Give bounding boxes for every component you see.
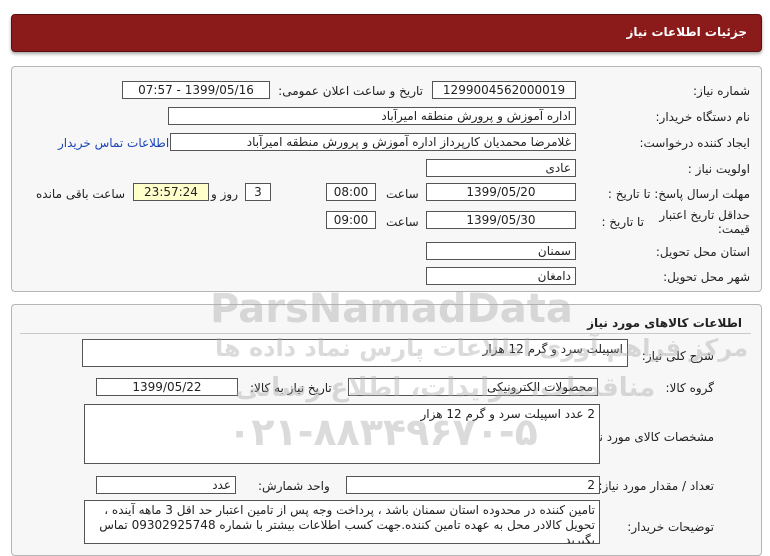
need-number-label: شماره نیاز:	[693, 84, 750, 98]
city-label: شهر محل تحویل:	[663, 270, 750, 284]
deadline-label: مهلت ارسال پاسخ: تا تاریخ :	[607, 187, 750, 201]
deadline-date-field: 1399/05/20	[426, 183, 576, 201]
goods-section-title: اطلاعات کالاهای مورد نیاز	[587, 316, 742, 330]
announce-field: 1399/05/16 - 07:57	[122, 81, 270, 99]
unit-field: عدد	[96, 476, 236, 494]
days-remaining-field: 3	[245, 183, 271, 201]
buyer-org-field: اداره آموزش و پرورش منطقه امیرآباد	[168, 107, 576, 125]
validity-label-line2: قیمت:	[717, 222, 750, 236]
notes-label: توضیحات خریدار:	[627, 520, 714, 534]
province-field: سمنان	[426, 242, 576, 260]
time-remaining-field: 23:57:24	[133, 183, 209, 201]
qty-label: تعداد / مقدار مورد نیاز:	[598, 479, 714, 493]
spec-field: 2 عدد اسپیلت سرد و گرم 12 هزار	[84, 404, 600, 464]
deadline-time-label: ساعت	[386, 187, 419, 201]
unit-label: واحد شمارش:	[258, 479, 330, 493]
province-label: استان محل تحویل:	[655, 245, 750, 259]
creator-label: ایجاد کننده درخواست:	[639, 136, 750, 150]
summary-label: شرح کلی نیاز:	[641, 349, 714, 363]
priority-field: عادی	[426, 159, 576, 177]
validity-time-label: ساعت	[386, 215, 419, 229]
buyer-org-label: نام دستگاه خریدار:	[655, 110, 751, 124]
validity-label-line1: حداقل تاریخ اعتبار	[659, 208, 750, 222]
city-field: دامغان	[426, 267, 576, 285]
group-label: گروه کالا:	[665, 381, 715, 395]
deadline-time-field: 08:00	[326, 183, 376, 201]
notes-field: تامین کننده در محدوده استان سمنان باشد ،…	[84, 500, 600, 544]
page-header: جزئیات اطلاعات نیاز	[11, 14, 762, 52]
days-label: روز و	[211, 187, 238, 201]
page-title: جزئیات اطلاعات نیاز	[626, 25, 747, 39]
need-number-field: 1299004562000019	[432, 81, 576, 99]
need-date-label: تاریخ نیاز به کالا:	[250, 381, 332, 395]
validity-date-field: 1399/05/30	[426, 211, 576, 229]
announce-label: تاریخ و ساعت اعلان عمومی:	[278, 84, 423, 98]
creator-field: غلامرضا محمدیان کارپرداز اداره آموزش و پ…	[170, 133, 576, 151]
group-field: محصولات الکترونیکی	[348, 378, 598, 396]
validity-time-field: 09:00	[326, 211, 376, 229]
validity-until-label: تا تاریخ :	[601, 215, 644, 229]
qty-field: 2	[346, 476, 600, 494]
time-remaining-label: ساعت باقی مانده	[36, 187, 126, 201]
summary-field: اسپیلت سرد و گرم 12 هزار	[82, 339, 628, 367]
goods-section-divider	[20, 333, 751, 334]
spec-label: مشخصات کالای مورد نیاز:	[582, 430, 714, 444]
buyer-contact-link[interactable]: اطلاعات تماس خریدار	[58, 136, 169, 150]
need-info-panel	[11, 66, 762, 292]
priority-label: اولویت نیاز :	[687, 162, 750, 176]
need-date-field: 1399/05/22	[96, 378, 238, 396]
